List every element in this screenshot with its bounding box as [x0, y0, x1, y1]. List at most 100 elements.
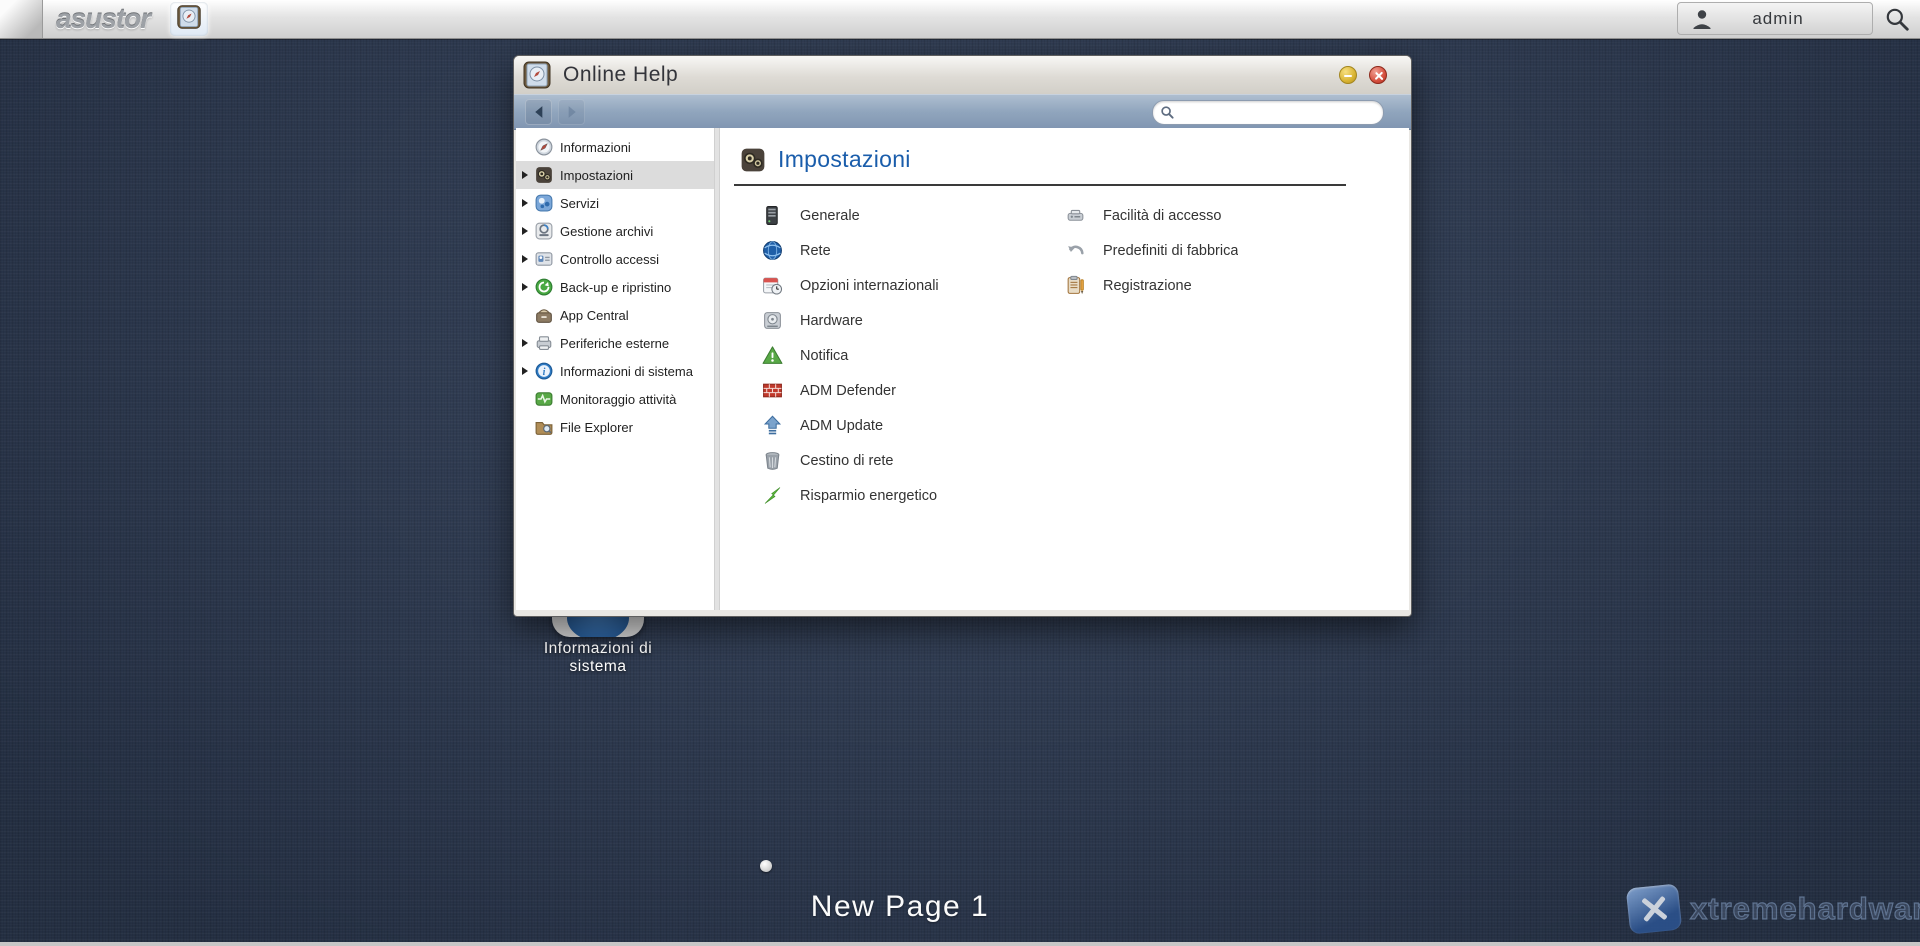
desktop-icon-label: Informazioni di sistema	[528, 640, 668, 676]
window-titlebar[interactable]: Online Help	[514, 56, 1411, 95]
server-icon	[762, 205, 783, 226]
xtremehardware-logo-icon	[1626, 883, 1683, 934]
expand-arrow-icon[interactable]	[522, 255, 535, 263]
settings-link-adm-update[interactable]: ADM Update	[762, 408, 939, 443]
settings-link-label: Registrazione	[1103, 278, 1192, 294]
services-icon	[535, 194, 553, 212]
bottom-edge-strip	[0, 942, 1920, 946]
storage-manager-icon	[535, 222, 553, 240]
trash-icon	[762, 450, 783, 471]
sidebar-item-periferiche-esterne[interactable]: Periferiche esterne	[516, 329, 714, 357]
gears-icon	[535, 166, 553, 184]
header-rule	[734, 184, 1346, 186]
expand-arrow-icon[interactable]	[522, 367, 535, 375]
sidebar-item-informazioni[interactable]: Informazioni	[516, 133, 714, 161]
minimize-button[interactable]	[1339, 66, 1357, 84]
settings-link-label: Notifica	[800, 348, 848, 364]
global-search-icon[interactable]	[1884, 6, 1910, 32]
file-explorer-icon	[535, 418, 553, 436]
sidebar-item-app-central[interactable]: App Central	[516, 301, 714, 329]
window-body: Informazioni Impostazioni Servizi Gestione …	[516, 128, 1409, 610]
settings-link-adm-defender[interactable]: ADM Defender	[762, 373, 939, 408]
sidebar-item-servizi[interactable]: Servizi	[516, 189, 714, 217]
settings-links-column-1: Generale Rete Opzioni internazionali Hardwa…	[762, 198, 939, 513]
settings-link-label: Facilità di accesso	[1103, 208, 1221, 224]
content-header: Impostazioni	[740, 146, 911, 173]
forward-button[interactable]	[558, 99, 585, 125]
online-help-window: Online Help Informazioni Impostazioni Serv…	[513, 55, 1412, 617]
back-button[interactable]	[525, 99, 552, 125]
user-menu-button[interactable]: admin	[1677, 2, 1873, 35]
settings-link-hardware[interactable]: Hardware	[762, 303, 939, 338]
settings-link-generale[interactable]: Generale	[762, 198, 939, 233]
settings-link-registrazione[interactable]: Registrazione	[1065, 268, 1238, 303]
app-central-icon	[535, 306, 553, 324]
settings-link-label: Cestino di rete	[800, 453, 894, 469]
close-button[interactable]	[1369, 66, 1387, 84]
window-help-book-icon	[522, 60, 552, 90]
settings-link-opzioni-internazionali[interactable]: Opzioni internazionali	[762, 268, 939, 303]
calendar-clock-icon	[762, 275, 783, 296]
expand-arrow-icon[interactable]	[522, 339, 535, 347]
help-search-box[interactable]	[1152, 100, 1384, 125]
sidebar-item-informazioni-di-sistema[interactable]: iInformazioni di sistema	[516, 357, 714, 385]
taskbar-item-online-help[interactable]	[170, 2, 208, 36]
search-icon	[1160, 105, 1175, 120]
expand-arrow-icon[interactable]	[522, 227, 535, 235]
settings-link-facilita-di-accesso[interactable]: Facilità di accesso	[1065, 198, 1238, 233]
access-control-icon	[535, 250, 553, 268]
help-topics-sidebar: Informazioni Impostazioni Servizi Gestione …	[516, 128, 714, 610]
backup-restore-icon	[535, 278, 553, 296]
watermark-text: xtremehardware.it	[1690, 891, 1920, 927]
help-content-pane: Impostazioni Generale Rete Opzioni interna…	[720, 128, 1409, 610]
online-help-book-icon	[176, 4, 202, 35]
globe-icon	[762, 240, 783, 261]
settings-link-label: Hardware	[800, 313, 863, 329]
settings-link-risparmio-energetico[interactable]: Risparmio energetico	[762, 478, 939, 513]
settings-link-label: ADM Update	[800, 418, 883, 434]
activity-monitor-icon	[535, 390, 553, 408]
sidebar-item-back-up-e-ripristino[interactable]: Back-up e ripristino	[516, 273, 714, 301]
svg-text:i: i	[543, 367, 546, 378]
sidebar-item-label: File Explorer	[560, 420, 633, 435]
watermark: xtremehardware.it	[1628, 886, 1920, 932]
expand-arrow-icon[interactable]	[522, 283, 535, 291]
logged-in-username: admin	[1714, 9, 1842, 29]
help-search-input[interactable]	[1175, 103, 1383, 122]
window-title: Online Help	[563, 63, 678, 87]
settings-link-label: Opzioni internazionali	[800, 278, 939, 294]
settings-link-notifica[interactable]: Notifica	[762, 338, 939, 373]
help-toolbar	[514, 94, 1411, 130]
sidebar-item-label: Servizi	[560, 196, 599, 211]
settings-links-column-2: Facilità di accesso Predefiniti di fabbri…	[1065, 198, 1238, 303]
settings-link-predefiniti-di-fabbrica[interactable]: Predefiniti di fabbrica	[1065, 233, 1238, 268]
access-ease-icon	[1065, 205, 1086, 226]
sidebar-item-monitoraggio-attivita[interactable]: Monitoraggio attività	[516, 385, 714, 413]
sidebar-item-label: Back-up e ripristino	[560, 280, 671, 295]
sidebar-item-label: Periferiche esterne	[560, 336, 669, 351]
top-taskbar: asustor admin	[0, 0, 1920, 39]
sidebar-item-label: Controllo accessi	[560, 252, 659, 267]
lightning-icon	[762, 485, 783, 506]
sidebar-item-gestione-archivi[interactable]: Gestione archivi	[516, 217, 714, 245]
settings-link-label: Generale	[800, 208, 860, 224]
settings-link-rete[interactable]: Rete	[762, 233, 939, 268]
sidebar-item-controllo-accessi[interactable]: Controllo accessi	[516, 245, 714, 273]
settings-link-cestino-di-rete[interactable]: Cestino di rete	[762, 443, 939, 478]
asustor-logo: asustor	[56, 1, 150, 37]
compass-icon	[535, 138, 553, 156]
user-icon	[1690, 7, 1714, 31]
sidebar-item-label: Gestione archivi	[560, 224, 653, 239]
expand-arrow-icon[interactable]	[522, 171, 535, 179]
settings-link-label: Risparmio energetico	[800, 488, 937, 504]
sidebar-item-label: Impostazioni	[560, 168, 633, 183]
sidebar-item-impostazioni[interactable]: Impostazioni	[516, 161, 714, 189]
warning-triangle-icon	[762, 345, 783, 366]
wallpaper-page-title: New Page 1	[700, 890, 1100, 924]
sidebar-item-file-explorer[interactable]: File Explorer	[516, 413, 714, 441]
settings-link-label: ADM Defender	[800, 383, 896, 399]
expand-arrow-icon[interactable]	[522, 199, 535, 207]
page-title: Impostazioni	[778, 146, 911, 173]
hdd-icon	[762, 310, 783, 331]
show-desktop-button[interactable]	[0, 0, 43, 38]
